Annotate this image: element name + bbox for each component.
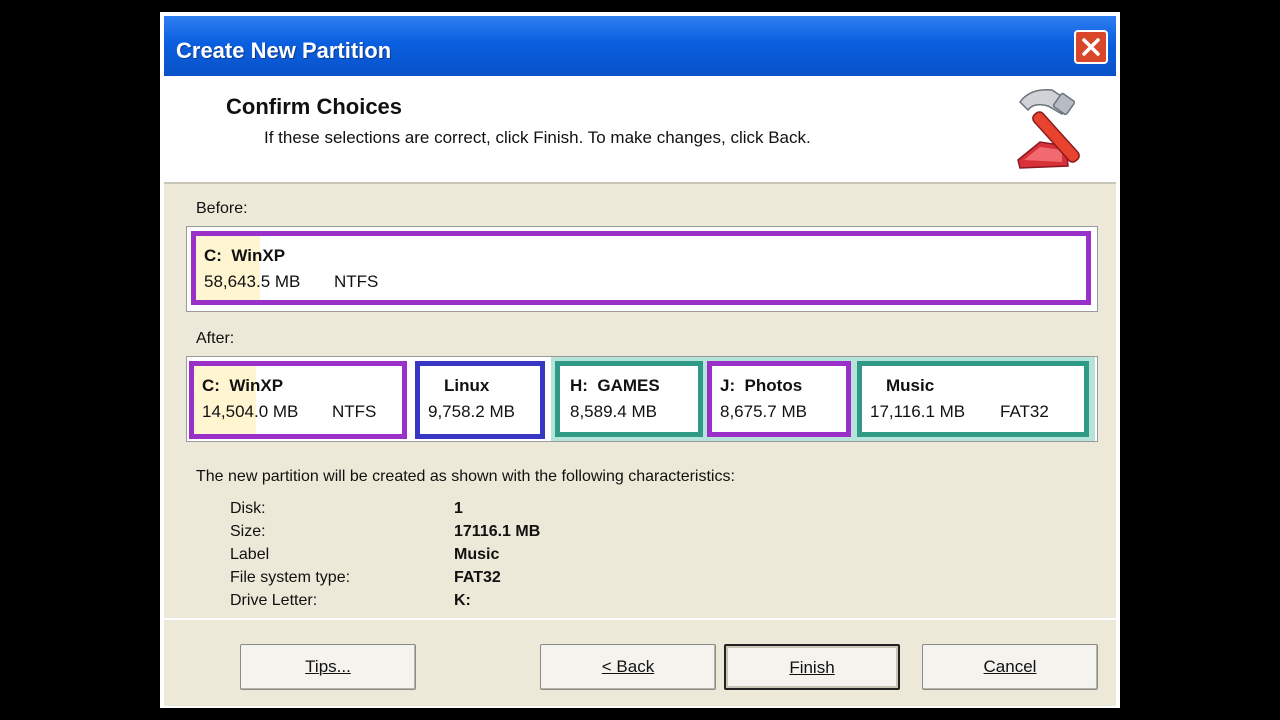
disk-label: Disk:: [230, 500, 266, 517]
drive-letter-label: Drive Letter:: [230, 592, 318, 609]
partition-music[interactable]: Music 17,116.1 MB FAT32: [857, 361, 1089, 437]
partition-size: 9,758.2 MB: [428, 402, 515, 421]
page-title: Confirm Choices: [226, 94, 403, 119]
disk-value: 1: [454, 500, 463, 517]
characteristics-intro: The new partition will be created as sho…: [196, 468, 735, 485]
cancel-button[interactable]: Cancel: [922, 644, 1098, 690]
partition-fs: NTFS: [334, 272, 379, 291]
close-icon: [1082, 38, 1100, 56]
before-label: Before:: [196, 200, 248, 217]
back-button-label: < Back: [601, 657, 655, 676]
partition-j-photos[interactable]: J: Photos 8,675.7 MB: [707, 361, 851, 437]
wizard-body: Before: C: WinXP 58,643.5 MB NTFS After:…: [164, 184, 1116, 618]
partition-name: Music: [886, 376, 935, 395]
partition-size: 14,504.0 MB: [202, 402, 299, 421]
partition-c-winxp-after[interactable]: C: WinXP 14,504.0 MB NTFS: [189, 361, 407, 439]
partition-linux[interactable]: Linux 9,758.2 MB: [415, 361, 545, 439]
fs-type-value: FAT32: [454, 569, 501, 586]
partition-size: 17,116.1 MB: [870, 402, 966, 421]
close-button[interactable]: [1074, 30, 1108, 64]
partition-size: 58,643.5 MB: [204, 272, 301, 291]
partition-name: H: GAMES: [570, 376, 660, 395]
disk-map-before: C: WinXP 58,643.5 MB NTFS: [186, 226, 1098, 312]
partition-fs: FAT32: [1000, 402, 1049, 421]
finish-button-label: Finish: [789, 658, 835, 677]
wizard-header: Confirm Choices If these selections are …: [164, 76, 1116, 184]
label-label: Label: [230, 546, 270, 563]
window-title: Create New Partition: [176, 38, 392, 63]
extended-partition-area: H: GAMES 8,589.4 MB J: Photos 8,675.7 MB…: [551, 357, 1095, 441]
finish-button[interactable]: Finish: [724, 644, 900, 690]
create-partition-window: Create New Partition Confirm Choices If …: [160, 12, 1120, 708]
partition-name: J: Photos: [720, 376, 803, 395]
label-value: Music: [454, 546, 500, 563]
button-bar: Tips... < Back Finish Cancel: [164, 618, 1116, 706]
partition-size: 8,675.7 MB: [720, 402, 807, 421]
tips-button[interactable]: Tips...: [240, 644, 416, 690]
partition-size: 8,589.4 MB: [570, 402, 657, 421]
tips-button-label: Tips...: [305, 657, 351, 676]
hammer-icon: [1017, 89, 1080, 169]
page-subtitle: If these selections are correct, click F…: [264, 128, 811, 147]
disk-map-after: C: WinXP 14,504.0 MB NTFS Linux 9,758.2 …: [186, 356, 1098, 442]
partition-fs: NTFS: [332, 402, 377, 421]
cancel-button-label: Cancel: [983, 657, 1037, 676]
fs-type-label: File system type:: [230, 569, 351, 586]
partition-name: Linux: [444, 376, 490, 395]
after-label: After:: [196, 330, 235, 347]
title-bar[interactable]: Create New Partition: [164, 16, 1116, 76]
partition-h-games[interactable]: H: GAMES 8,589.4 MB: [555, 361, 703, 437]
size-value: 17116.1 MB: [454, 523, 541, 540]
size-label: Size:: [230, 523, 266, 540]
partition-c-winxp-before[interactable]: C: WinXP 58,643.5 MB NTFS: [191, 231, 1091, 305]
drive-letter-value: K:: [454, 592, 471, 609]
partition-name: C: WinXP: [202, 376, 284, 395]
back-button[interactable]: < Back: [540, 644, 716, 690]
partition-name: C: WinXP: [204, 246, 286, 265]
